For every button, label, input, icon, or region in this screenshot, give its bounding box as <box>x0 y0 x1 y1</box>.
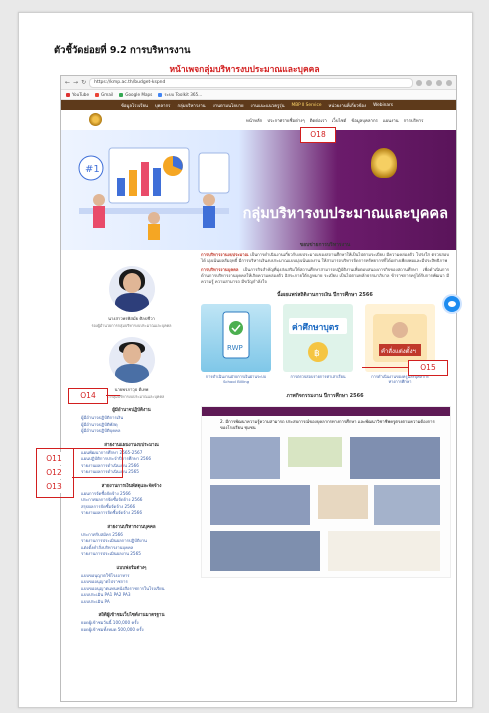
person-name: นางสาวพรพิสมัย ศิลปชีวา <box>108 316 155 321</box>
section-heading: สายงานแผนงานงบประมาณ <box>104 442 159 448</box>
subnav-item[interactable]: หน้าหลัก <box>246 117 262 124</box>
document-subtitle: หน้าเพจกลุ่มบริหารงบประมาณและบุคคล <box>169 65 320 75</box>
callout-o14-line <box>106 395 120 397</box>
nav-item[interactable]: หน่วยงานที่เกี่ยวข้อง <box>329 102 367 109</box>
callout-o15-line <box>362 367 408 369</box>
refresh-icon[interactable]: ↻ <box>81 79 86 86</box>
banner-title: กลุ่มบริหารงบประมาณและบุคคล <box>242 206 448 222</box>
link-list: ประกาศรับสมัคร 2566 รายงานการประเมินผลกา… <box>69 532 194 558</box>
svg-text:฿: ฿ <box>314 349 320 359</box>
bookmark-item[interactable]: Google Maps <box>119 92 152 97</box>
card-image: ค่าศึกษาบุตร ฿ <box>283 304 353 372</box>
subnav-item[interactable]: เว็บไซต์ <box>332 117 346 124</box>
forward-icon[interactable]: → <box>73 79 78 86</box>
menu-icon[interactable] <box>446 79 452 86</box>
duty-heading: ขอบข่ายการบริหารงาน <box>299 242 351 248</box>
address-bar[interactable]: https://kmp.ac.th/budget-kspnd <box>89 77 413 88</box>
section-heading: แบบฟอร์มต่างๆ <box>116 565 147 571</box>
callout-o18: O18 <box>300 127 336 143</box>
visitor-stat: ยอดผู้เข้าชมทั้งหมด 500,000 ครั้ง <box>81 626 144 632</box>
service-card[interactable]: ค่าศึกษาบุตร ฿ การตรวจสอบรายการค่าเล่าเร… <box>283 304 353 384</box>
browser-toolbar: ← → ↻ https://kmp.ac.th/budget-kspnd <box>61 76 456 90</box>
callout-o15: O15 <box>408 360 448 376</box>
service-card[interactable]: RWP การดำเนินงานฝ่ายการเงินผ่านระบบ Scho… <box>201 304 271 384</box>
activity-poster[interactable]: 2. มีการพัฒนาความรู้ความสามารถ ประสบการณ… <box>201 406 451 578</box>
nav-item[interactable]: งานแนะแนวครูรุ่น <box>251 102 285 109</box>
section-heading: สายงานการเงินพัสดุและจัดจ้าง <box>101 483 162 489</box>
subnav-item[interactable]: การบริหาร <box>404 117 424 124</box>
sidebar-link[interactable]: แบบประเมิน PA <box>81 599 194 606</box>
callout-group-box <box>36 448 74 498</box>
subnav-item[interactable]: ประกาศรายชื่อต่างๆ <box>267 117 304 124</box>
hero-banner: #1 กลุ่มบริหารงบประมาณและบุคคล <box>61 130 456 250</box>
card-label: ค่าศึกษาบุตร <box>292 322 339 333</box>
avatar <box>108 266 155 312</box>
paragraph: การบริหารงานบุคคล เป็นภารกิจสำคัญที่มุ่ง… <box>201 267 449 284</box>
svg-text:#1: #1 <box>85 164 100 175</box>
banner-illustration: #1 <box>78 147 230 240</box>
activity-heading: ภาพกิจกรรมงาน ปีการศึกษา 2566 <box>286 393 364 399</box>
avatar <box>108 337 155 383</box>
link-group-highlight <box>72 448 123 478</box>
card-caption[interactable]: การดำเนินงานฝ่ายการเงินผ่านระบบ School B… <box>201 374 271 384</box>
bookmark-item[interactable]: Gmail <box>95 92 113 97</box>
subnav-item[interactable]: แผนงาน <box>383 117 399 124</box>
visitor-stats: ยอดผู้เข้าชมวันนี้ 100,000 ครั้ง ยอดผู้เ… <box>69 620 194 633</box>
nav-item[interactable]: Webinars <box>373 103 393 108</box>
nav-item-highlight[interactable]: MBP Ⅱ Service <box>292 103 322 108</box>
school-logo-icon[interactable] <box>89 113 102 126</box>
nav-item[interactable]: ข้อมูลโรงเรียน <box>121 102 148 109</box>
link-list: แบบขอนุญาตใช้โรงอาหาร แบบขออนุญาตไปราชกา… <box>69 573 194 606</box>
nav-item[interactable]: บุคลากร <box>155 102 171 109</box>
visitor-stats-heading: สถิติผู้เข้าชมเว็บไซต์งานมาตรฐาน <box>98 613 165 618</box>
paragraph-lead: การบริหารงานงบประมาณ <box>201 252 249 257</box>
subnav-item[interactable]: ติดต่อเรา <box>310 117 327 124</box>
bookmark-item[interactable]: ระบบ Toolkit 365... <box>158 91 202 98</box>
nav-item[interactable]: กลุ่มบริหารงาน <box>178 102 206 109</box>
bookmarks-bar: YouTube Gmail Google Maps ระบบ Toolkit 3… <box>61 90 456 100</box>
person-role: รองผู้อำนวยการกลุ่มบริหารงบประมาณและบุคค… <box>91 323 172 328</box>
messenger-chat-icon[interactable] <box>444 296 460 312</box>
sub-navigation: หน้าหลัก ประกาศรายชื่อต่างๆ ติดต่อเรา เว… <box>61 110 456 130</box>
activity-photos <box>210 437 440 571</box>
star-icon[interactable] <box>416 79 422 86</box>
profile-icon[interactable] <box>436 79 442 86</box>
nav-item[interactable]: งานตามนโยบาย <box>213 102 244 109</box>
website-screenshot: ← → ↻ https://kmp.ac.th/budget-kspnd You… <box>60 75 457 702</box>
paragraph: การบริหารงานงบประมาณ เป็นการดำเนินงานเกี… <box>201 252 449 263</box>
card-label: RWP <box>227 344 243 352</box>
card-caption[interactable]: การตรวจสอบรายการค่าเล่าเรียน <box>283 374 353 379</box>
sidebar-link[interactable]: รายงานการประเมินผลงาน 2565 <box>81 551 194 558</box>
main-content: ขอบข่ายการบริหารงาน การบริหารงานงบประมาณ… <box>201 238 451 578</box>
bookmark-item[interactable]: YouTube <box>66 92 89 97</box>
section-heading: สายงานบริหารงานบุคคล <box>107 524 156 530</box>
section-heading: ผู้มีอำนาจปฏิบัติงาน <box>112 408 151 413</box>
back-icon[interactable]: ← <box>65 79 70 86</box>
callout-o14: O14 <box>68 388 108 404</box>
subnav-item[interactable]: ข้อมูลบุคลากร <box>351 117 378 124</box>
paragraph-lead: การบริหารงานบุคคล <box>201 267 239 272</box>
link-list: ผู้มีอำนาจปฏิบัติการเงิน ผู้มีอำนาจปฏิบั… <box>69 415 194 435</box>
main-navigation: ข้อมูลโรงเรียน บุคลากร กลุ่มบริหารงาน งา… <box>61 100 456 110</box>
link-list: แผนการจัดซื้อจัดจ้าง 2566 ประกาศผลการจัด… <box>69 491 194 517</box>
sidebar-link[interactable]: รายงานผลการจัดซื้อจัดจ้าง 2566 <box>81 510 194 517</box>
toolbar-icons <box>416 79 452 86</box>
card-image: RWP <box>201 304 271 372</box>
extension-icon[interactable] <box>426 79 432 86</box>
document-title: ตัวชี้วัดย่อยที่ 9.2 การบริหารงาน <box>54 45 191 56</box>
sidebar-link[interactable]: ผู้มีอำนาจปฏิบัติบุคคล <box>81 428 194 435</box>
school-emblem-icon <box>371 148 397 178</box>
year-heading: นี้เผยแพร่สถิติงานการเงิน ปีการศึกษา 256… <box>277 292 373 298</box>
